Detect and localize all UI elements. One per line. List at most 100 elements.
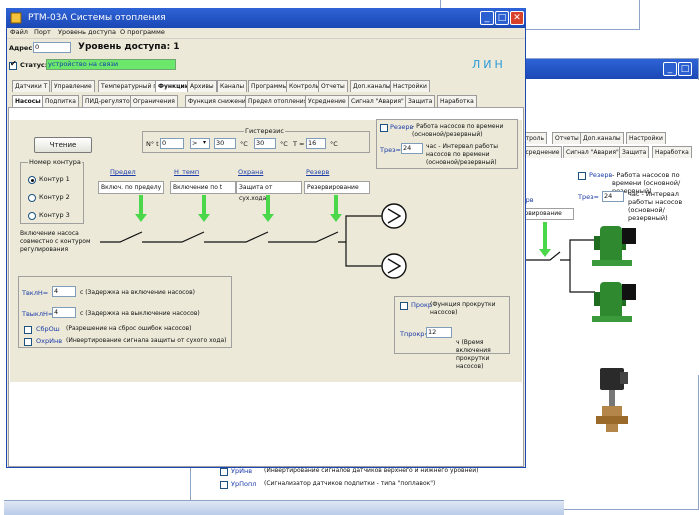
tab-row2-7[interactable]: Сигнал "Авария"	[348, 95, 407, 107]
reset-checkbox[interactable]	[24, 326, 32, 334]
back-tab-zashita[interactable]: Защита	[619, 146, 650, 158]
reset-desc: (Разрешение на сброс ошибок насосов)	[66, 325, 192, 332]
treserve-label: Трез=	[380, 146, 401, 154]
tab-row2-1[interactable]: Подпитка	[42, 95, 79, 107]
contour-3-radio[interactable]	[28, 212, 36, 220]
maximize-icon[interactable]: □	[678, 62, 692, 76]
logo-text: ЛИН	[472, 58, 506, 71]
tab-row1-8[interactable]: Отчеты	[318, 80, 348, 92]
tprokr-input[interactable]: 12	[426, 327, 452, 338]
column-3-state: Защита от сух.хода	[236, 181, 302, 202]
back-treserve-desc: час - Интервал работы насосов (основной/…	[628, 190, 683, 222]
tab-row2-5[interactable]: Предел отопления	[245, 95, 311, 107]
menu-port[interactable]: Порт	[34, 28, 51, 36]
back-treserve-input[interactable]: 24	[602, 191, 624, 202]
maximize-button[interactable]: □	[495, 11, 509, 25]
main-titlebar[interactable]: PTM-03A Системы отопления	[6, 8, 526, 28]
pump-symbol-1	[382, 204, 406, 228]
nt-input[interactable]: 0	[160, 138, 184, 149]
t-input[interactable]: 16	[306, 138, 326, 149]
column-4-state: Резервирование	[304, 181, 370, 194]
inv-checkbox[interactable]	[24, 338, 32, 346]
column-2-title: Н_темп	[174, 168, 200, 176]
tab-row1-5[interactable]: Каналы	[217, 80, 248, 92]
back-urinv-desc: (Инвертирование сигналов датчиков верхне…	[264, 467, 479, 474]
back-tab-settings[interactable]: Настройки	[626, 132, 666, 144]
address-input[interactable]: 0	[33, 42, 71, 53]
inv-label: ОхрИнв	[36, 337, 63, 345]
tab-row2-3[interactable]: Ограничения	[130, 95, 178, 107]
column-1-state: Включ. по пределу	[98, 181, 164, 194]
tab-row1-10[interactable]: Настройки	[390, 80, 430, 92]
address-label: Адрес	[9, 44, 33, 52]
tab-row1-9[interactable]: Доп.каналы	[350, 80, 394, 92]
reserve-label: Резерв	[390, 123, 414, 131]
column-2-state: Включение по t	[170, 181, 236, 194]
valve-actuator-icon	[596, 368, 628, 432]
hysteresis-label: Гистерезис	[244, 127, 285, 135]
contour-group-title: Номер контура	[28, 158, 82, 166]
contour-2-radio[interactable]	[28, 194, 36, 202]
t1-input[interactable]: 30	[214, 138, 236, 149]
tab-row1-1[interactable]: Управление	[51, 80, 95, 92]
back-urinv-checkbox[interactable]	[220, 468, 228, 476]
op-dropdown-icon[interactable]: ▾	[203, 139, 206, 146]
t2-unit: °С	[280, 140, 288, 148]
status-checkmark: ✔	[10, 59, 17, 68]
tab-row2-2[interactable]: ПИД-регулятор	[82, 95, 137, 107]
contour-3-label: Контур 3	[39, 211, 70, 219]
menu-file[interactable]: Файл	[10, 28, 28, 36]
tab-row1-4[interactable]: Архивы	[187, 80, 217, 92]
back-reserve-checkbox[interactable]	[578, 172, 586, 180]
tvkl-label: ТвклН=	[22, 289, 49, 297]
switch-chain-diagram	[98, 203, 407, 279]
tab-row2-8[interactable]: Защита	[405, 95, 436, 107]
column-1-title: Предел	[110, 168, 136, 176]
back-treserve-label: Трез=	[578, 193, 599, 201]
pump-1-icon	[592, 226, 636, 266]
bottom-window-strip	[4, 500, 564, 515]
status-field: устройство на связи	[46, 59, 176, 70]
back-tab-alarm[interactable]: Сигнал "Авария"	[563, 146, 622, 158]
read-button[interactable]: Чтение	[34, 137, 92, 153]
back-reserve-label: Резерв	[589, 171, 613, 179]
prokr-checkbox[interactable]	[400, 302, 408, 310]
contour-1-radio[interactable]	[28, 176, 36, 184]
note-box: Включение насоса совместно с контуром ре…	[18, 228, 100, 262]
inv-desc: (Инвертирование сигнала защиты от сухого…	[66, 337, 227, 344]
reserve-checkbox[interactable]	[380, 124, 388, 132]
prokr-desc: (Функция прокрутки насосов)	[430, 301, 496, 316]
tvykl-input[interactable]: 4	[52, 307, 76, 318]
treserve-desc: час - Интервал работы насосов по времени…	[426, 143, 498, 166]
back-urpopl-checkbox[interactable]	[220, 481, 228, 489]
tprokr-desc: ч (Время включения прокрутки насосов)	[456, 339, 491, 370]
reset-label: СбрОш	[36, 325, 60, 333]
op-select[interactable]: >	[190, 138, 210, 149]
t1-unit: °С	[240, 140, 248, 148]
tab-row2-6[interactable]: Усреднение	[305, 95, 349, 107]
close-button[interactable]: ✕	[510, 11, 524, 25]
tab-row1-6[interactable]: Программы	[248, 80, 291, 92]
tvkl-input[interactable]: 4	[52, 286, 76, 297]
minimize-icon[interactable]: _	[663, 62, 677, 76]
back-tab-otchety[interactable]: Отчеты	[552, 132, 582, 144]
tvkl-desc: с (Задержка на включение насосов)	[80, 289, 195, 296]
t2-input[interactable]: 30	[254, 138, 276, 149]
tvykl-desc: с (Задержка на выключение насосов)	[80, 310, 200, 317]
menu-access[interactable]: Уровень доступа	[58, 28, 116, 36]
back-tab-dop[interactable]: Доп.каналы	[580, 132, 624, 144]
t-unit: °С	[330, 140, 338, 148]
tab-row2-0[interactable]: Насосы	[12, 95, 44, 107]
tab-row1-0[interactable]: Датчики Т	[12, 80, 51, 92]
minimize-button[interactable]: _	[480, 11, 494, 25]
back-urpopl-label: УрПопл	[231, 480, 257, 488]
menu-about[interactable]: О программе	[120, 28, 165, 36]
prokr-label: Прокр	[411, 301, 433, 309]
pump-symbol-2	[382, 254, 406, 278]
tvykl-label: ТвыклН=	[22, 310, 54, 318]
tab-row1-7[interactable]: Контроль	[286, 80, 323, 92]
back-tab-narabotka[interactable]: Наработка	[652, 146, 692, 158]
t-label: Т =	[293, 140, 305, 148]
tab-row2-9[interactable]: Наработка	[437, 95, 477, 107]
treserve-input[interactable]: 24	[401, 143, 423, 154]
